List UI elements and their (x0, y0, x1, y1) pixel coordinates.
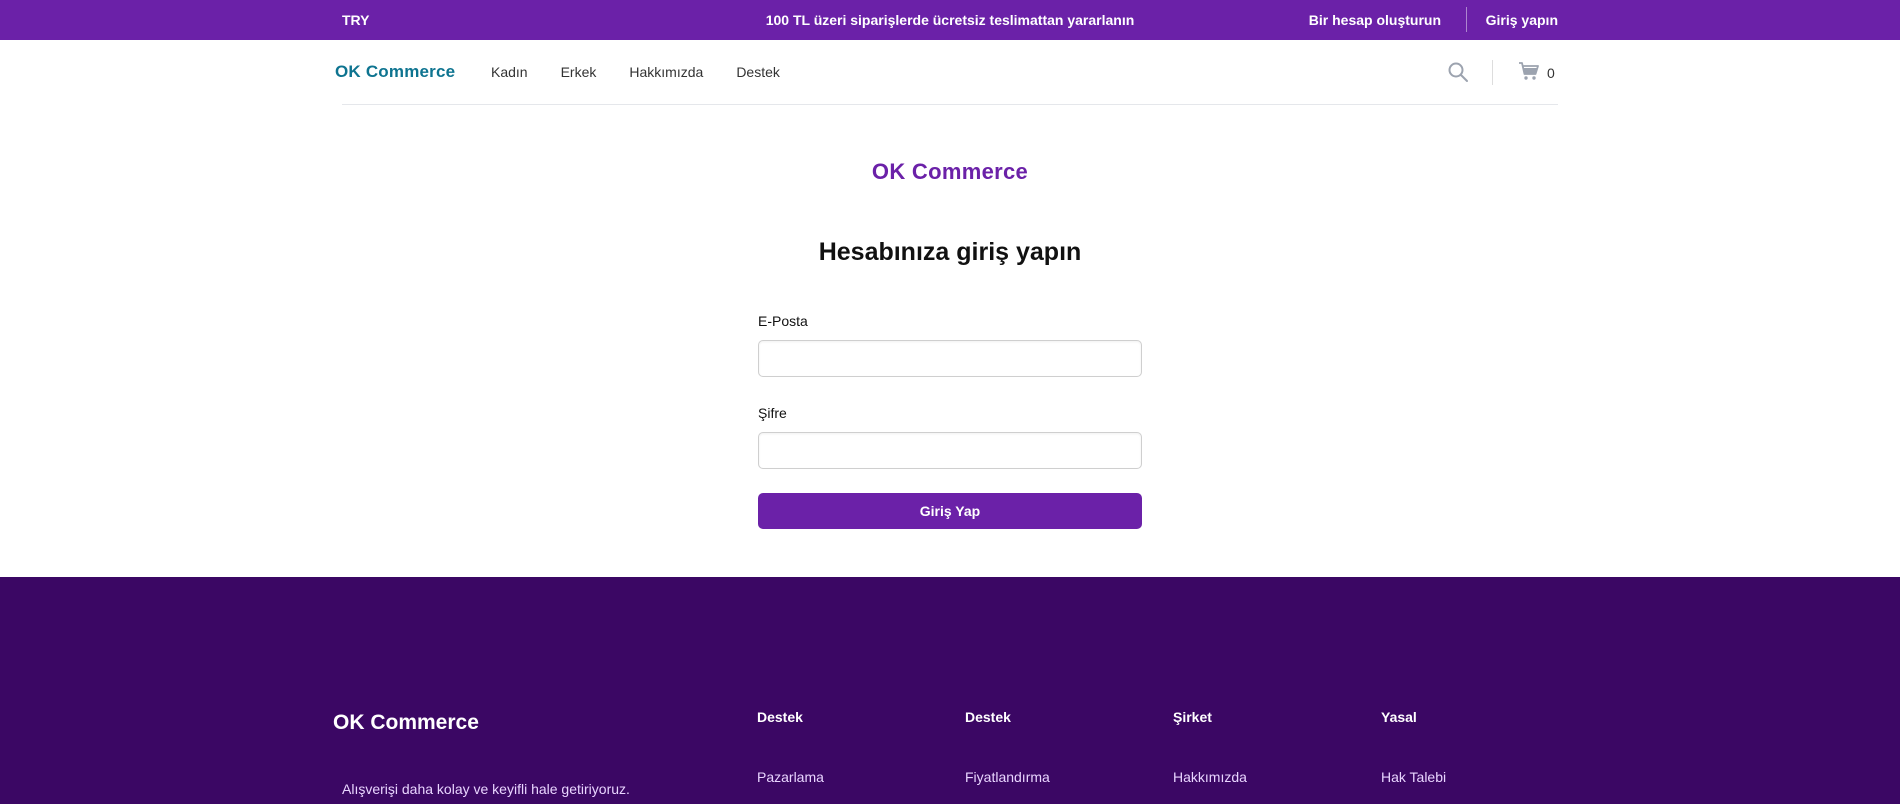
footer-column: Destek Pazarlama (757, 709, 824, 794)
email-field[interactable] (758, 340, 1142, 377)
password-field[interactable] (758, 432, 1142, 469)
announcement-bar: TRY 100 TL üzeri siparişlerde ücretsiz t… (0, 0, 1900, 40)
login-link[interactable]: Giriş yapın (1486, 12, 1558, 28)
header-logo[interactable]: OK Commerce (335, 62, 455, 82)
header-divider (1492, 60, 1493, 85)
cart-icon (1518, 60, 1540, 85)
footer-column-title: Yasal (1381, 709, 1417, 725)
header-divider-line (342, 104, 1558, 105)
footer-column: Yasal Hak Talebi (1381, 709, 1446, 794)
footer-column-title: Destek (757, 709, 803, 725)
nav-item-erkek[interactable]: Erkek (561, 64, 597, 80)
create-account-link[interactable]: Bir hesap oluşturun (1309, 12, 1441, 28)
footer-link[interactable]: Hakkımızda (1173, 760, 1247, 794)
search-icon[interactable] (1447, 61, 1469, 83)
cart-button[interactable]: 0 (1518, 60, 1555, 85)
footer-tagline: Alışverişi daha kolay ve keyifli hale ge… (342, 781, 630, 797)
main-nav: Kadın Erkek Hakkımızda Destek (491, 64, 780, 80)
footer-link[interactable]: Hak Talebi (1381, 760, 1446, 794)
footer-column-title: Destek (965, 709, 1011, 725)
cart-count: 0 (1547, 64, 1555, 81)
nav-item-destek[interactable]: Destek (736, 64, 780, 80)
form-brand: OK Commerce (871, 159, 1029, 184)
footer-column-title: Şirket (1173, 709, 1212, 725)
password-label: Şifre (758, 405, 787, 421)
footer-logo: OK Commerce (333, 711, 479, 734)
footer-column: Destek Fiyatlandırma (965, 709, 1050, 794)
promo-text: 100 TL üzeri siparişlerde ücretsiz tesli… (765, 12, 1135, 28)
page-title: Hesabınıza giriş yapın (818, 238, 1082, 266)
site-footer: OK Commerce Alışverişi daha kolay ve key… (0, 577, 1900, 804)
footer-column: Şirket Hakkımızda (1173, 709, 1247, 794)
nav-item-kadin[interactable]: Kadın (491, 64, 528, 80)
currency-selector[interactable]: TRY (342, 12, 369, 28)
footer-link[interactable]: Fiyatlandırma (965, 760, 1050, 794)
footer-link[interactable]: Pazarlama (757, 760, 824, 794)
topbar-divider (1466, 7, 1467, 32)
login-submit-button[interactable]: Giriş Yap (758, 493, 1142, 529)
site-header: OK Commerce Kadın Erkek Hakkımızda Deste… (0, 40, 1900, 105)
email-label: E-Posta (758, 313, 808, 329)
nav-item-hakkimizda[interactable]: Hakkımızda (629, 64, 703, 80)
